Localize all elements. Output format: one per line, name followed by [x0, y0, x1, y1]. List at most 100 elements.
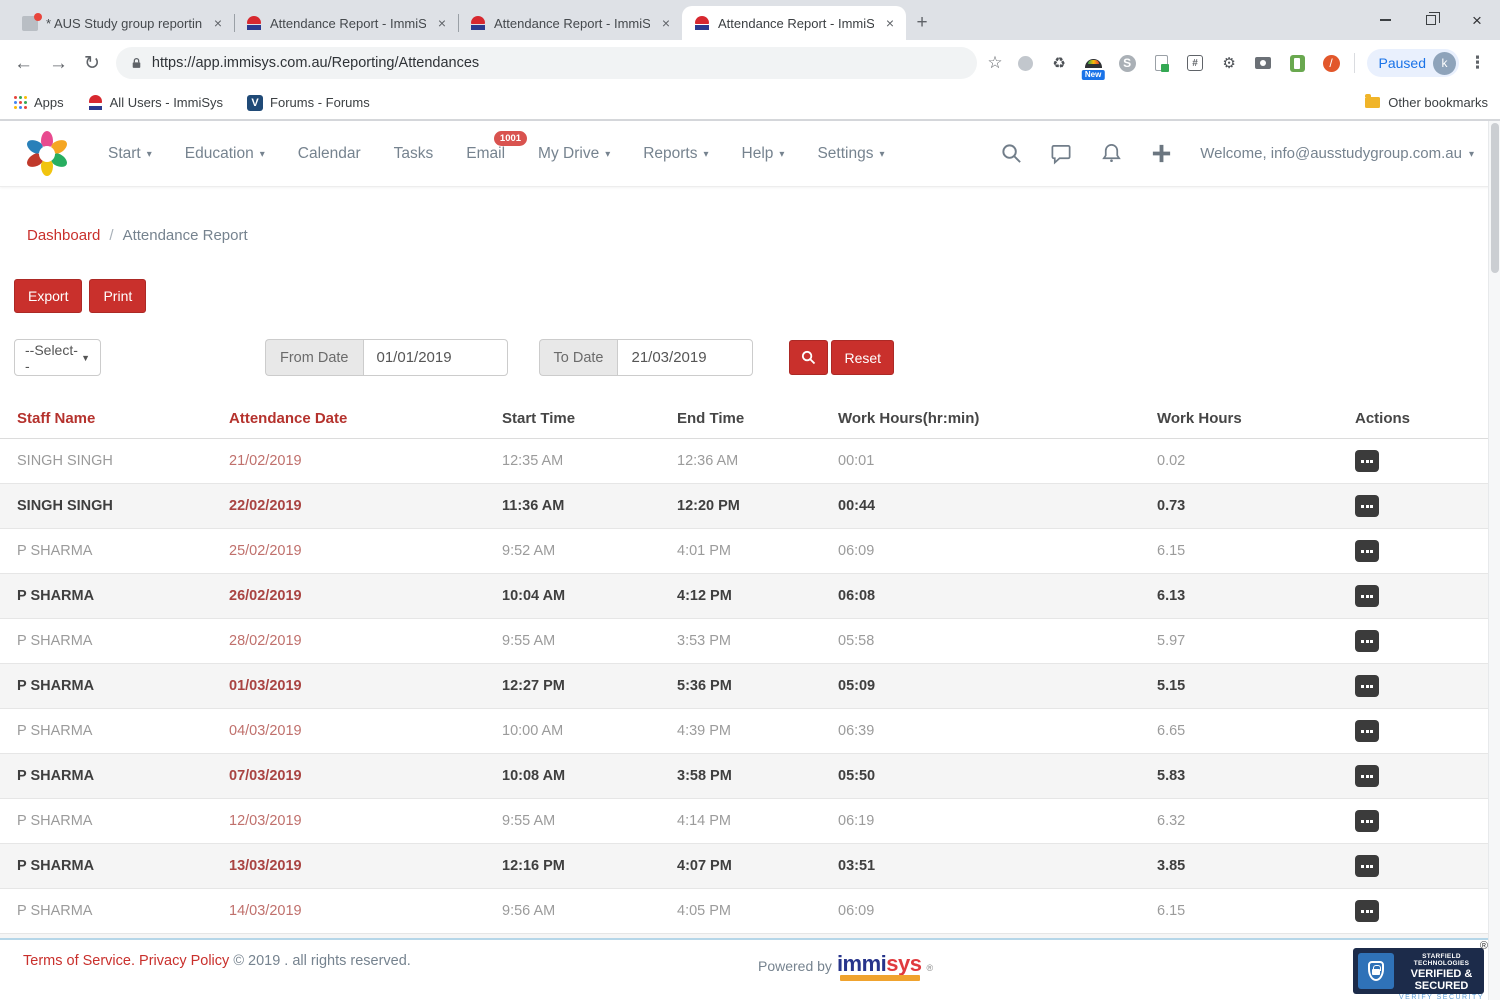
end-time-cell: 5:36 PM — [660, 664, 821, 709]
reset-button[interactable]: Reset — [831, 340, 894, 375]
row-actions-button[interactable] — [1355, 450, 1379, 472]
immisys-icon — [88, 95, 103, 110]
column-header-end-time[interactable]: End Time — [660, 401, 821, 439]
chat-icon[interactable] — [1050, 142, 1073, 165]
nav-item-tasks[interactable]: Tasks — [394, 145, 434, 163]
column-header-attendance-date[interactable]: Attendance Date — [212, 401, 485, 439]
export-button[interactable]: Export — [14, 279, 82, 313]
logo-center — [39, 146, 55, 162]
row-actions-button[interactable] — [1355, 855, 1379, 877]
breadcrumb-dashboard-link[interactable]: Dashboard — [27, 227, 100, 244]
gear-extension-icon[interactable]: ⚙ — [1219, 53, 1240, 74]
recycle-extension-icon[interactable]: ♻ — [1049, 53, 1070, 74]
minimize-button[interactable] — [1362, 0, 1408, 40]
add-plus-icon[interactable] — [1150, 142, 1173, 165]
user-menu[interactable]: Welcome, info@ausstudygroup.com.au ▾ — [1200, 145, 1474, 162]
browser-tab[interactable]: Attendance Report - ImmiSys× — [682, 6, 906, 40]
print-button[interactable]: Print — [89, 279, 146, 313]
staff-name-cell: SINGH SINGH — [0, 439, 212, 484]
row-actions-button[interactable] — [1355, 765, 1379, 787]
browser-tab[interactable]: Attendance Report - ImmiSys× — [234, 6, 458, 40]
restore-button[interactable] — [1408, 0, 1454, 40]
row-actions-button[interactable] — [1355, 630, 1379, 652]
new-tab-button[interactable]: + — [906, 6, 938, 40]
circle-extension-icon[interactable] — [1015, 53, 1036, 74]
grid-icon: # — [1187, 55, 1203, 71]
bookmark-forums-forums[interactable]: VForums - Forums — [247, 95, 370, 111]
scrollbar-thumb[interactable] — [1491, 123, 1499, 273]
tab-close-icon[interactable]: × — [434, 15, 450, 31]
ellipsis-dot — [1366, 820, 1369, 823]
staff-select[interactable]: --Select-- ▼ — [14, 339, 101, 376]
nav-item-email[interactable]: Email1001 — [466, 145, 505, 163]
address-bar[interactable]: https://app.immisys.com.au/Reporting/Att… — [116, 47, 977, 79]
ellipsis-dot — [1366, 730, 1369, 733]
column-header-work-hours-hr-min-[interactable]: Work Hours(hr:min) — [821, 401, 1140, 439]
powered-by: Powered by immisys ® — [758, 951, 933, 977]
bookmark-all-users-immisys[interactable]: All Users - ImmiSys — [88, 95, 223, 110]
notifications-bell-icon[interactable] — [1100, 142, 1123, 165]
browsec-extension-icon[interactable]: / — [1321, 53, 1342, 74]
row-actions-button[interactable] — [1355, 495, 1379, 517]
nav-item-calendar[interactable]: Calendar — [298, 145, 361, 163]
bookmark-star-icon[interactable]: ☆ — [987, 53, 1002, 73]
bookmark-label: Apps — [34, 95, 64, 110]
column-header-start-time[interactable]: Start Time — [485, 401, 660, 439]
sync-paused-chip[interactable]: Paused k — [1367, 49, 1459, 77]
row-actions-button[interactable] — [1355, 720, 1379, 742]
column-header-work-hours[interactable]: Work Hours — [1140, 401, 1338, 439]
to-date-input[interactable] — [617, 339, 753, 376]
nav-item-my-drive[interactable]: My Drive▾ — [538, 145, 610, 163]
row-actions-button[interactable] — [1355, 900, 1379, 922]
terms-link[interactable]: Terms of Service. — [23, 953, 135, 969]
browser-tab[interactable]: * AUS Study group reporting tha× — [10, 6, 234, 40]
to-date-label: To Date — [539, 339, 618, 376]
tab-close-icon[interactable]: × — [882, 15, 898, 31]
work-hours-cell: 6.15 — [1140, 889, 1338, 934]
tab-close-icon[interactable]: × — [658, 15, 674, 31]
back-button[interactable]: ← — [14, 54, 33, 73]
search-icon[interactable] — [1000, 142, 1023, 165]
aus-study-group-logo[interactable] — [24, 131, 70, 177]
column-header-actions[interactable]: Actions — [1338, 401, 1500, 439]
nav-item-help[interactable]: Help▾ — [742, 145, 785, 163]
forward-button[interactable]: → — [49, 54, 68, 73]
row-actions-button[interactable] — [1355, 540, 1379, 562]
page-scrollbar[interactable] — [1488, 121, 1500, 1000]
nav-item-settings[interactable]: Settings▾ — [817, 145, 884, 163]
verified-secured-badge[interactable]: ® STARFIELD TECHNOLOGIES VERIFIED & SECU… — [1353, 948, 1484, 994]
to-date-group: To Date — [539, 339, 754, 376]
row-actions-button[interactable] — [1355, 810, 1379, 832]
document-extension-icon[interactable] — [1151, 53, 1172, 74]
profile-avatar[interactable]: k — [1433, 52, 1456, 75]
nav-item-reports[interactable]: Reports▾ — [643, 145, 708, 163]
search-button[interactable] — [789, 340, 828, 375]
nav-item-education[interactable]: Education▾ — [185, 145, 265, 163]
browser-menu-button[interactable]: ⋮ — [1469, 53, 1486, 73]
camera-extension-icon[interactable] — [1253, 53, 1274, 74]
reload-button[interactable]: ↻ — [84, 54, 100, 73]
ellipsis-dot — [1370, 775, 1373, 778]
filter-bar: --Select-- ▼ From Date To Date Reset — [14, 339, 1500, 376]
bookmark-apps[interactable]: Apps — [14, 95, 64, 110]
grid-extension-icon[interactable]: # — [1185, 53, 1206, 74]
nav-item-start[interactable]: Start▾ — [108, 145, 152, 163]
work-hours-hrmin-cell: 03:51 — [821, 844, 1140, 889]
skype-extension-icon[interactable]: S — [1117, 53, 1138, 74]
tab-close-icon[interactable]: × — [210, 15, 226, 31]
door-extension-icon[interactable] — [1287, 53, 1308, 74]
row-actions-button[interactable] — [1355, 585, 1379, 607]
column-header-staff-name[interactable]: Staff Name — [0, 401, 212, 439]
chevron-down-icon: ▾ — [147, 149, 152, 160]
from-date-input[interactable] — [363, 339, 508, 376]
row-actions-button[interactable] — [1355, 675, 1379, 697]
ellipsis-dot — [1370, 640, 1373, 643]
bookmarks: Apps All Users - ImmiSys VForums - Forums — [14, 95, 394, 111]
ellipsis-dot — [1361, 775, 1364, 778]
browser-tab[interactable]: Attendance Report - ImmiSys× — [458, 6, 682, 40]
speed-gauge-extension-icon[interactable]: New — [1083, 53, 1104, 74]
browser-toolbar: ← → ↻ https://app.immisys.com.au/Reporti… — [0, 40, 1500, 86]
close-window-button[interactable]: × — [1454, 0, 1500, 40]
other-bookmarks[interactable]: Other bookmarks — [1365, 95, 1488, 110]
privacy-link[interactable]: Privacy Policy — [139, 953, 229, 969]
